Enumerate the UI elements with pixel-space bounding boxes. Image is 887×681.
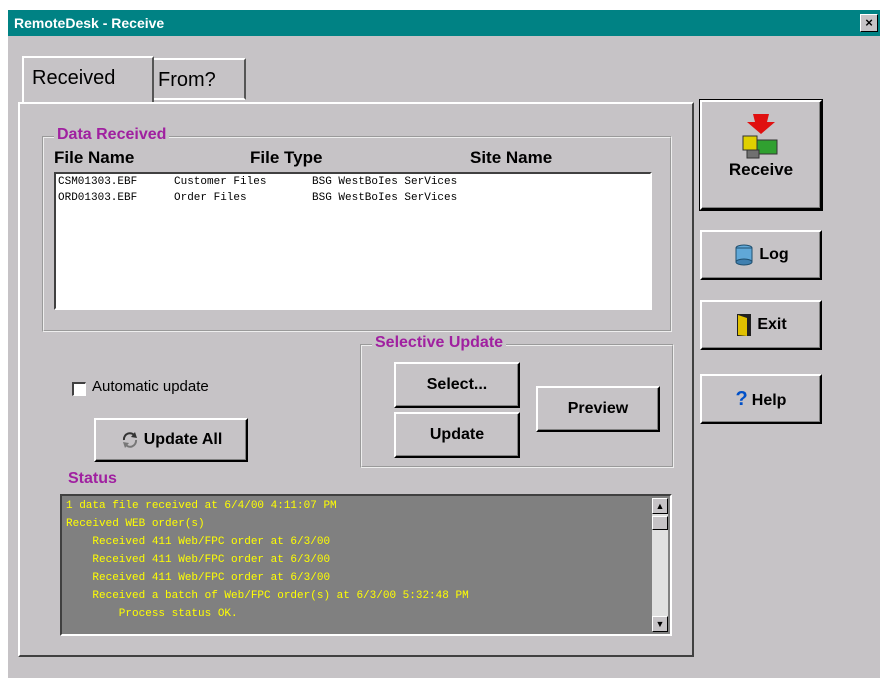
window-title: RemoteDesk - Receive	[14, 15, 165, 31]
file-type-cell: Order Files	[174, 192, 247, 204]
tab-received-label: Received	[32, 67, 116, 89]
select-button-label: Select...	[426, 376, 488, 393]
received-files-list[interactable]: CSM01303.EBF Customer Files BSG WestBoIe…	[54, 172, 652, 310]
status-line: Received WEB order(s)	[66, 518, 205, 530]
update-button[interactable]: Update	[394, 412, 520, 458]
update-button-label: Update	[429, 426, 485, 443]
site-name-cell: BSG WestBoIes SerVices	[312, 176, 458, 188]
tab-received[interactable]: Received	[22, 56, 154, 102]
file-name-cell: CSM01303.EBF	[58, 176, 138, 188]
update-arrows-icon	[122, 431, 137, 448]
file-type-cell: Customer Files	[174, 176, 267, 188]
data-received-group: Data Received File Name File Type Site N…	[42, 126, 672, 332]
preview-button[interactable]: Preview	[536, 386, 660, 432]
receive-window: RemoteDesk - Receive × From? Received Da…	[8, 10, 880, 678]
receive-button-label: Receive	[728, 160, 794, 179]
status-scrollbar[interactable]: ▲ ▼	[652, 498, 668, 632]
status-line: Received a batch of Web/FPC order(s) at …	[66, 590, 469, 602]
column-header-site-name: Site Name	[470, 148, 553, 167]
list-item[interactable]: ORD01303.EBF Order Files BSG WestBoIes S…	[56, 192, 650, 206]
receive-download-icon	[742, 114, 778, 159]
update-all-label: Update All	[143, 431, 223, 448]
preview-button-label: Preview	[567, 400, 629, 417]
receive-button[interactable]: Receive	[699, 99, 823, 211]
scroll-down-icon[interactable]: ▼	[652, 616, 668, 632]
exit-button[interactable]: Exit	[700, 300, 822, 350]
help-button[interactable]: ? Help	[700, 374, 822, 424]
received-panel: Data Received File Name File Type Site N…	[18, 102, 694, 657]
log-button-label: Log	[759, 246, 789, 263]
title-bar[interactable]: RemoteDesk - Receive ×	[8, 10, 880, 36]
selective-update-label: Selective Update	[372, 334, 507, 352]
column-header-file-type: File Type	[250, 148, 323, 167]
status-label: Status	[68, 470, 117, 487]
tab-from[interactable]: From?	[148, 58, 246, 100]
close-icon[interactable]: ×	[860, 14, 878, 32]
automatic-update-label[interactable]: Automatic update	[92, 378, 209, 395]
question-mark-icon: ?	[735, 388, 748, 410]
door-exit-icon	[737, 313, 752, 336]
site-name-cell: BSG WestBoIes SerVices	[312, 192, 458, 204]
help-button-label: Help	[751, 392, 787, 409]
file-name-cell: ORD01303.EBF	[58, 192, 138, 204]
database-log-icon	[735, 244, 753, 266]
status-line: Process status OK.	[66, 608, 238, 620]
list-item[interactable]: CSM01303.EBF Customer Files BSG WestBoIe…	[56, 176, 650, 190]
automatic-update-checkbox[interactable]	[72, 382, 86, 396]
select-button[interactable]: Select...	[394, 362, 520, 408]
status-line: Received 411 Web/FPC order at 6/3/00	[66, 536, 331, 548]
selective-update-group: Selective Update Select... Update Previe…	[360, 334, 674, 468]
exit-button-label: Exit	[757, 316, 787, 333]
scroll-up-icon[interactable]: ▲	[652, 498, 668, 514]
tab-from-label: From?	[158, 69, 216, 91]
column-header-file-name: File Name	[54, 148, 135, 167]
status-log[interactable]: 1 data file received at 6/4/00 4:11:07 P…	[60, 494, 672, 636]
status-line: Received 411 Web/FPC order at 6/3/00	[66, 554, 331, 566]
update-all-button[interactable]: Update All	[94, 418, 248, 462]
scroll-thumb[interactable]	[652, 516, 668, 530]
status-line: 1 data file received at 6/4/00 4:11:07 P…	[66, 500, 337, 512]
status-line: Received 411 Web/FPC order at 6/3/00	[66, 572, 331, 584]
data-received-label: Data Received	[54, 126, 170, 144]
log-button[interactable]: Log	[700, 230, 822, 280]
